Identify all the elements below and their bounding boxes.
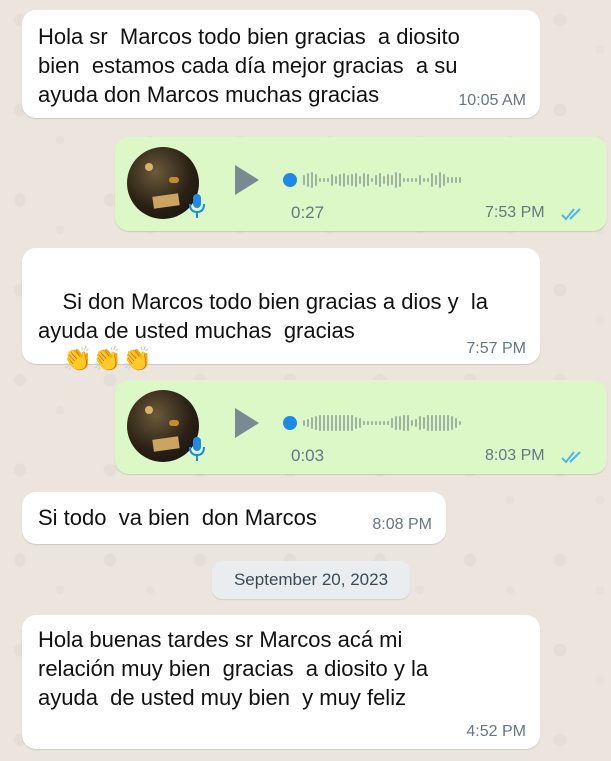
- play-icon[interactable]: [235, 165, 259, 195]
- outgoing-voice-message[interactable]: 0:03 8:03 PM: [115, 380, 607, 474]
- voice-duration: 0:27: [291, 203, 325, 222]
- voice-duration: 0:03: [291, 446, 325, 465]
- message-time: 7:57 PM: [466, 340, 526, 357]
- microphone-icon: [189, 437, 205, 461]
- outgoing-voice-message[interactable]: 0:27 7:53 PM: [115, 137, 607, 231]
- audio-progress-knob[interactable]: [283, 416, 297, 430]
- audio-waveform[interactable]: [303, 413, 461, 433]
- play-icon[interactable]: [235, 408, 259, 438]
- message-time: 8:08 PM: [372, 516, 432, 533]
- message-time: 7:53 PM: [485, 204, 545, 221]
- microphone-icon: [189, 194, 205, 218]
- message-text-content: Si don Marcos todo bien gracias a dios y…: [38, 289, 489, 343]
- message-text: Si todo va bien don Marcos: [38, 505, 317, 530]
- clapping-hands-emoji: 👏👏👏: [62, 346, 153, 373]
- incoming-message-bubble[interactable]: Si todo va bien don Marcos 8:08 PM: [22, 492, 446, 544]
- double-check-icon: [561, 451, 581, 464]
- message-text: Hola sr Marcos todo bien gracias a diosi…: [38, 24, 460, 107]
- message-time: 8:03 PM: [485, 447, 545, 464]
- audio-progress-knob[interactable]: [283, 173, 297, 187]
- incoming-message-bubble[interactable]: Si don Marcos todo bien gracias a dios y…: [22, 248, 540, 373]
- date-separator: September 20, 2023: [212, 561, 410, 599]
- incoming-message-bubble[interactable]: Hola sr Marcos todo bien gracias a diosi…: [22, 10, 540, 118]
- double-check-icon: [561, 208, 581, 221]
- audio-waveform[interactable]: [303, 170, 461, 190]
- incoming-message-bubble[interactable]: Hola buenas tardes sr Marcos acá mi rela…: [22, 615, 540, 749]
- message-time: 4:52 PM: [466, 723, 526, 740]
- message-time: 10:05 AM: [458, 92, 526, 109]
- message-text: Hola buenas tardes sr Marcos acá mi rela…: [38, 627, 429, 710]
